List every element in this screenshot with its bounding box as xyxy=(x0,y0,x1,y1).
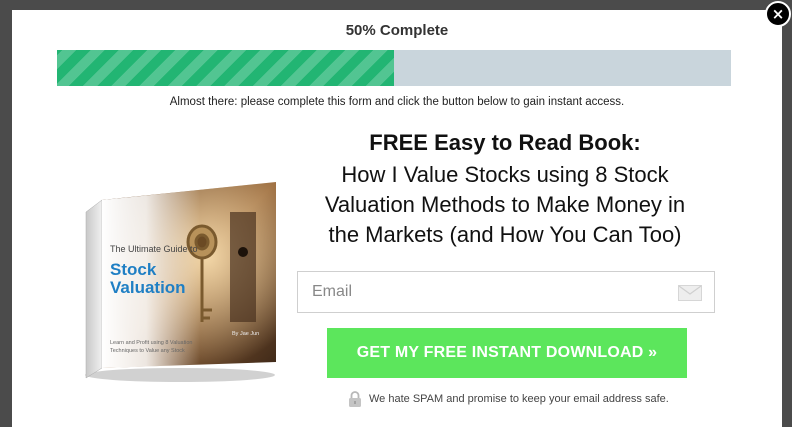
email-input[interactable] xyxy=(298,272,682,312)
optin-modal: 50% Complete Almost there: please comple… xyxy=(12,10,782,427)
download-button[interactable]: GET MY FREE INSTANT DOWNLOAD » xyxy=(327,328,687,378)
lock-icon xyxy=(349,391,361,407)
headline-line: How I Value Stocks using 8 Stock xyxy=(341,162,669,187)
book-cover-image: The Ultimate Guide to Stock Valuation Le… xyxy=(85,182,276,382)
book-tagline-line2: Techniques to Value any Stock xyxy=(110,348,185,354)
headline-subtitle: How I Value Stocks using 8 Stock Valuati… xyxy=(280,160,730,250)
headline-line: Valuation Methods to Make Money in xyxy=(324,192,686,217)
envelope-icon xyxy=(678,285,702,301)
spam-notice: We hate SPAM and promise to keep your em… xyxy=(348,390,688,410)
progress-fill xyxy=(57,50,394,86)
close-button[interactable]: × xyxy=(765,1,791,27)
progress-bar xyxy=(57,50,731,86)
book-title-line1: Stock xyxy=(110,260,157,279)
book-tagline-line1: Learn and Profit using 8 Valuation xyxy=(110,340,192,346)
book-small-title: The Ultimate Guide to xyxy=(110,244,198,254)
headline-title: FREE Easy to Read Book: xyxy=(369,130,641,155)
progress-label: 50% Complete xyxy=(345,22,449,39)
email-field[interactable] xyxy=(297,271,715,313)
book-author: By Jae Jun xyxy=(232,331,259,337)
spam-notice-text: We hate SPAM and promise to keep your em… xyxy=(369,393,669,405)
headline-line: the Markets (and How You Can Too) xyxy=(328,222,682,247)
book-title-line2: Valuation xyxy=(110,278,186,297)
instruction-text: Almost there: please complete this form … xyxy=(169,96,625,108)
